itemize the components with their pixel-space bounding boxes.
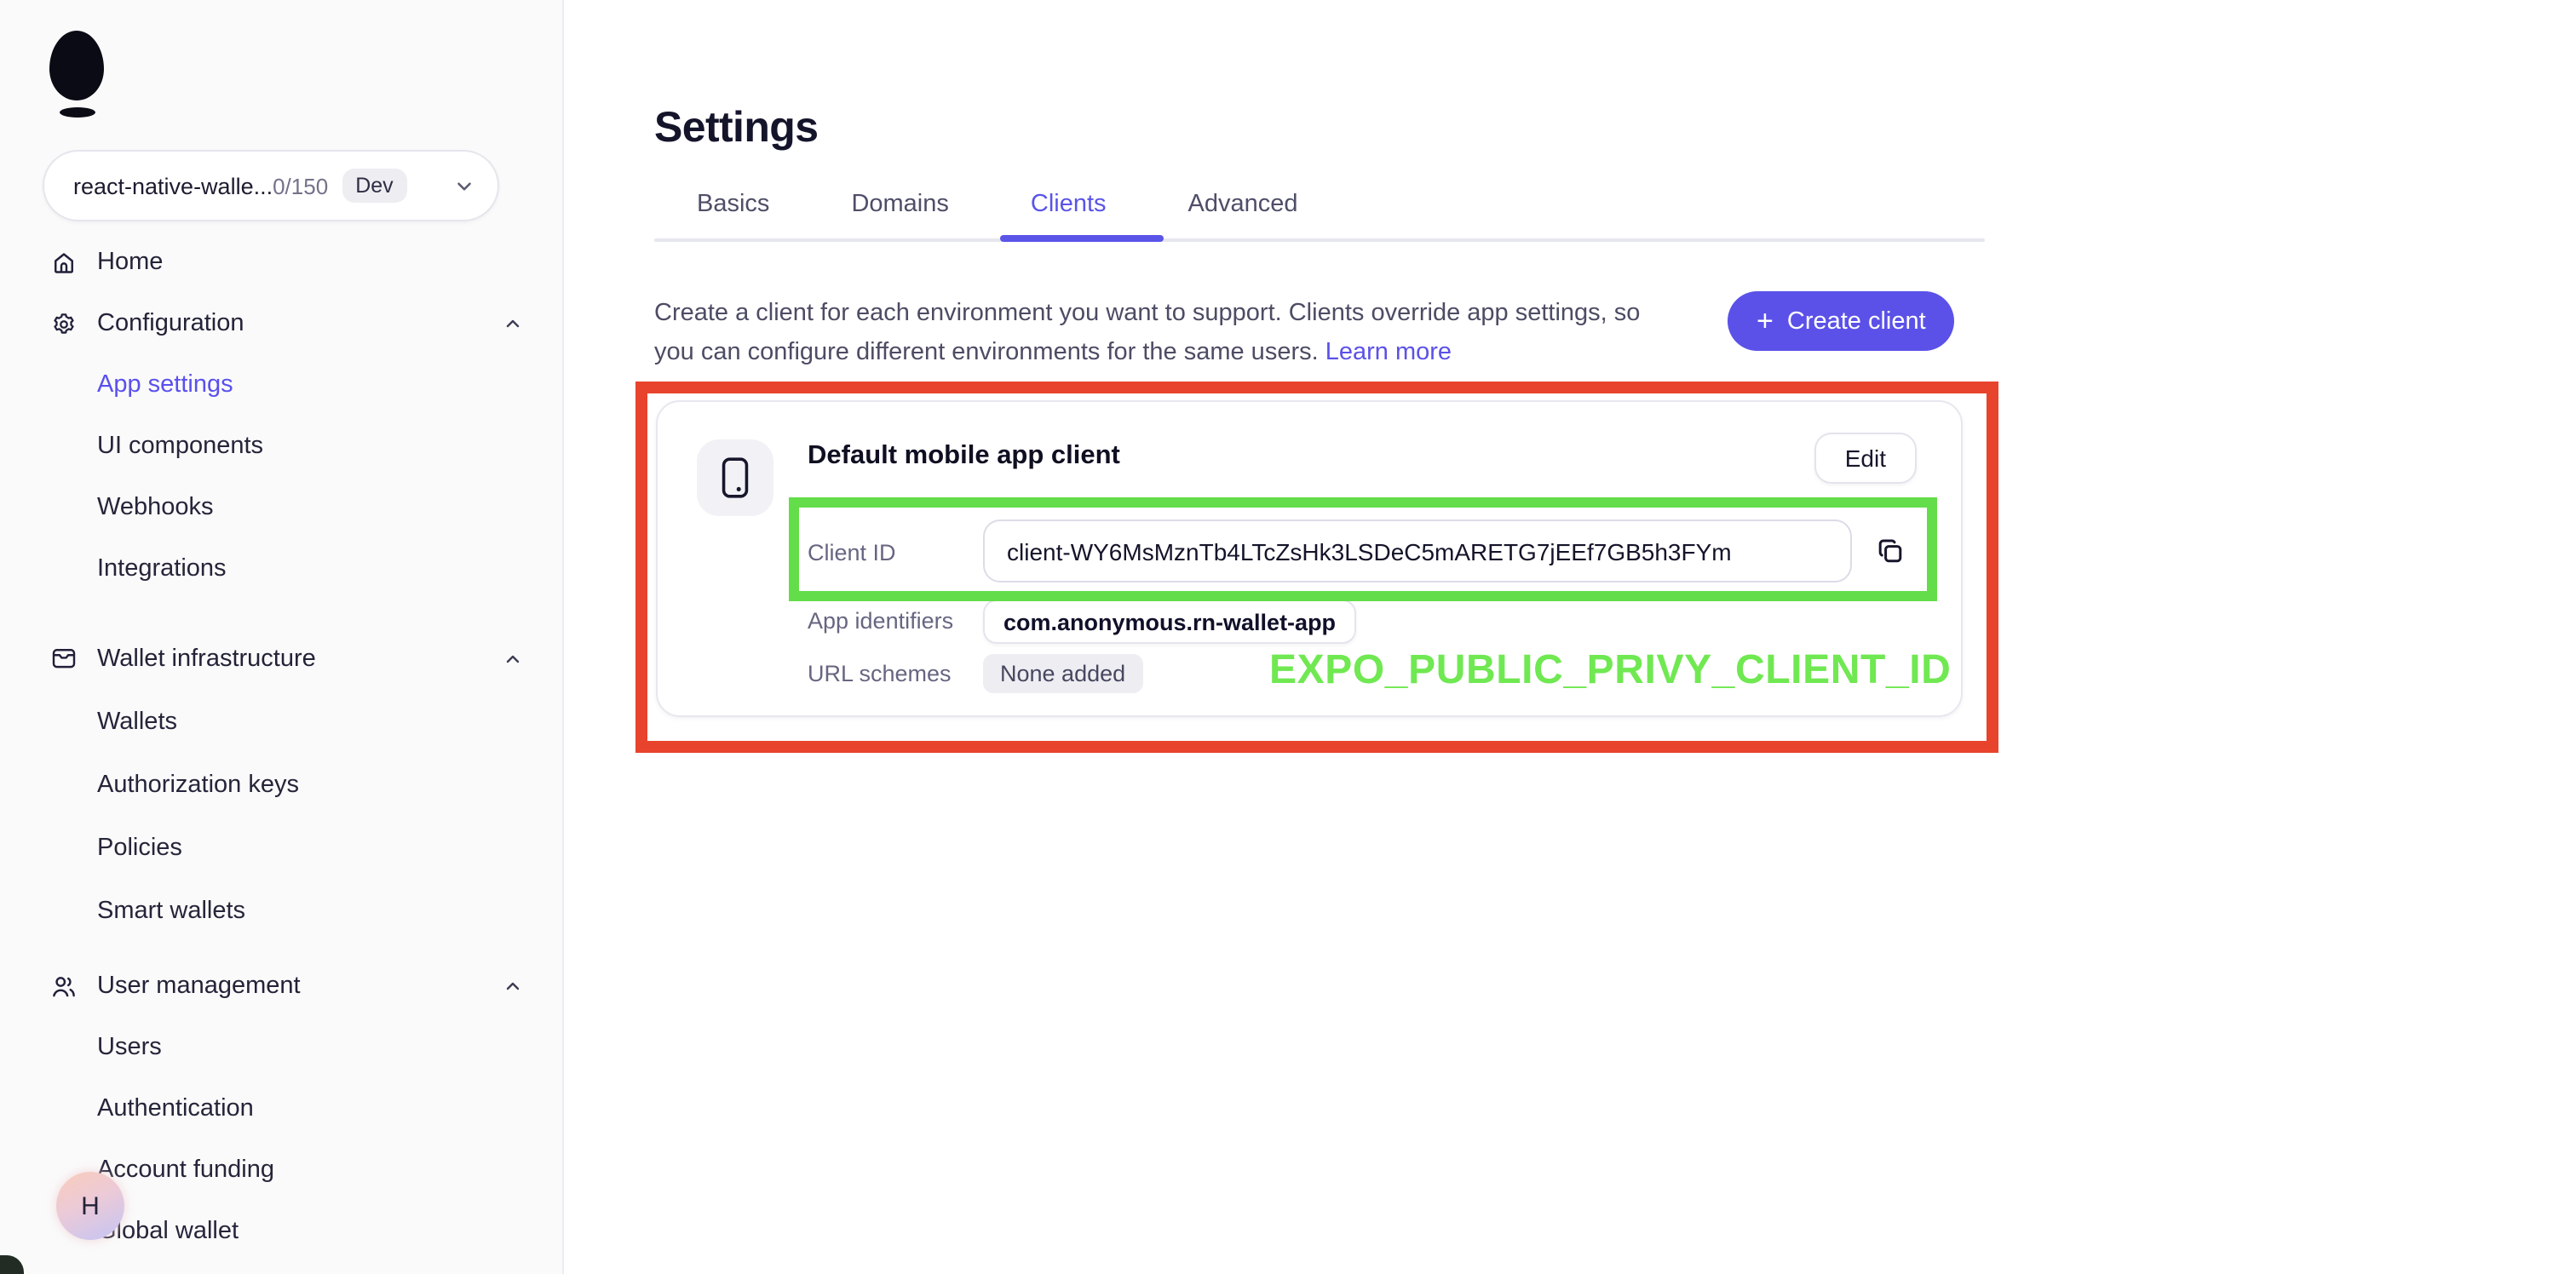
tabs-divider	[654, 238, 1985, 242]
workspace-selector[interactable]: react-native-walle... 0/150 Dev	[43, 150, 499, 221]
sidebar-item-wallets[interactable]: Wallets	[0, 690, 564, 753]
mobile-phone-icon	[717, 455, 753, 501]
sidebar-nav: Home Configuration App settings UI compo…	[0, 232, 564, 1262]
client-card: Default mobile app client Edit Client ID…	[656, 400, 1963, 717]
mobile-device-tile	[697, 439, 773, 516]
client-id-label: Client ID	[808, 540, 896, 565]
app-identifier-chip: com.anonymous.rn-wallet-app	[983, 600, 1356, 644]
edit-button[interactable]: Edit	[1814, 433, 1917, 484]
privy-logo-base-icon	[60, 107, 95, 118]
workspace-usage: 0/150	[273, 173, 328, 198]
user-avatar[interactable]: H	[56, 1172, 124, 1240]
url-schemes-label: URL schemes	[808, 661, 952, 686]
sidebar-section-wallet-infrastructure[interactable]: Wallet infrastructure	[0, 627, 564, 690]
tab-domains[interactable]: Domains	[851, 191, 948, 218]
avatar-initial: H	[81, 1191, 100, 1220]
env-badge: Dev	[342, 169, 406, 203]
sidebar-item-home[interactable]: Home	[0, 232, 564, 293]
sidebar-item-label: Home	[97, 249, 163, 276]
sidebar-item-webhooks[interactable]: Webhooks	[0, 477, 564, 538]
app-window: react-native-walle... 0/150 Dev Home Con…	[0, 0, 2576, 1274]
plus-icon: +	[1757, 306, 1774, 335]
sidebar: react-native-walle... 0/150 Dev Home Con…	[0, 0, 564, 1274]
sidebar-item-authentication[interactable]: Authentication	[0, 1078, 564, 1139]
privy-logo-icon	[49, 31, 104, 100]
create-client-button[interactable]: + Create client	[1728, 291, 1955, 351]
sidebar-section-user-management[interactable]: User management	[0, 956, 564, 1017]
chevron-up-icon	[503, 313, 523, 334]
client-card-title: Default mobile app client	[808, 441, 1120, 472]
copy-button[interactable]	[1871, 531, 1908, 569]
description-line-1: Create a client for each environment you…	[654, 295, 1640, 333]
sidebar-item-integrations[interactable]: Integrations	[0, 538, 564, 600]
workspace-name: react-native-walle...	[73, 173, 273, 198]
app-identifiers-label: App identifiers	[808, 608, 953, 634]
tab-advanced[interactable]: Advanced	[1188, 191, 1298, 218]
wallet-icon	[51, 646, 77, 671]
learn-more-link[interactable]: Learn more	[1325, 338, 1452, 365]
copy-icon	[1875, 536, 1904, 565]
client-id-input[interactable]	[983, 519, 1852, 582]
description-line-2: you can configure different environments…	[654, 333, 1640, 371]
sidebar-section-label: Configuration	[97, 310, 244, 337]
sidebar-item-ui-components[interactable]: UI components	[0, 416, 564, 477]
sidebar-section-configuration[interactable]: Configuration	[0, 293, 564, 354]
users-icon	[51, 973, 77, 999]
gear-icon	[51, 311, 77, 336]
main-content: Settings Basics Domains Clients Advanced…	[564, 0, 2576, 1274]
tab-basics[interactable]: Basics	[697, 191, 769, 218]
sidebar-item-authorization-keys[interactable]: Authorization keys	[0, 753, 564, 816]
sidebar-item-policies[interactable]: Policies	[0, 816, 564, 879]
chevron-up-icon	[503, 976, 523, 996]
active-tab-underline	[1000, 235, 1164, 241]
sidebar-item-users[interactable]: Users	[0, 1017, 564, 1078]
tab-clients[interactable]: Clients	[1031, 191, 1107, 218]
sidebar-item-app-settings[interactable]: App settings	[0, 354, 564, 416]
clients-description: Create a client for each environment you…	[654, 295, 1640, 371]
url-schemes-empty-chip: None added	[983, 654, 1142, 693]
settings-tabs: Basics Domains Clients Advanced	[697, 191, 1298, 218]
page-title: Settings	[654, 104, 818, 153]
chevron-down-icon	[453, 175, 475, 197]
chevron-up-icon	[503, 648, 523, 669]
home-icon	[51, 250, 77, 275]
sidebar-item-smart-wallets[interactable]: Smart wallets	[0, 879, 564, 942]
